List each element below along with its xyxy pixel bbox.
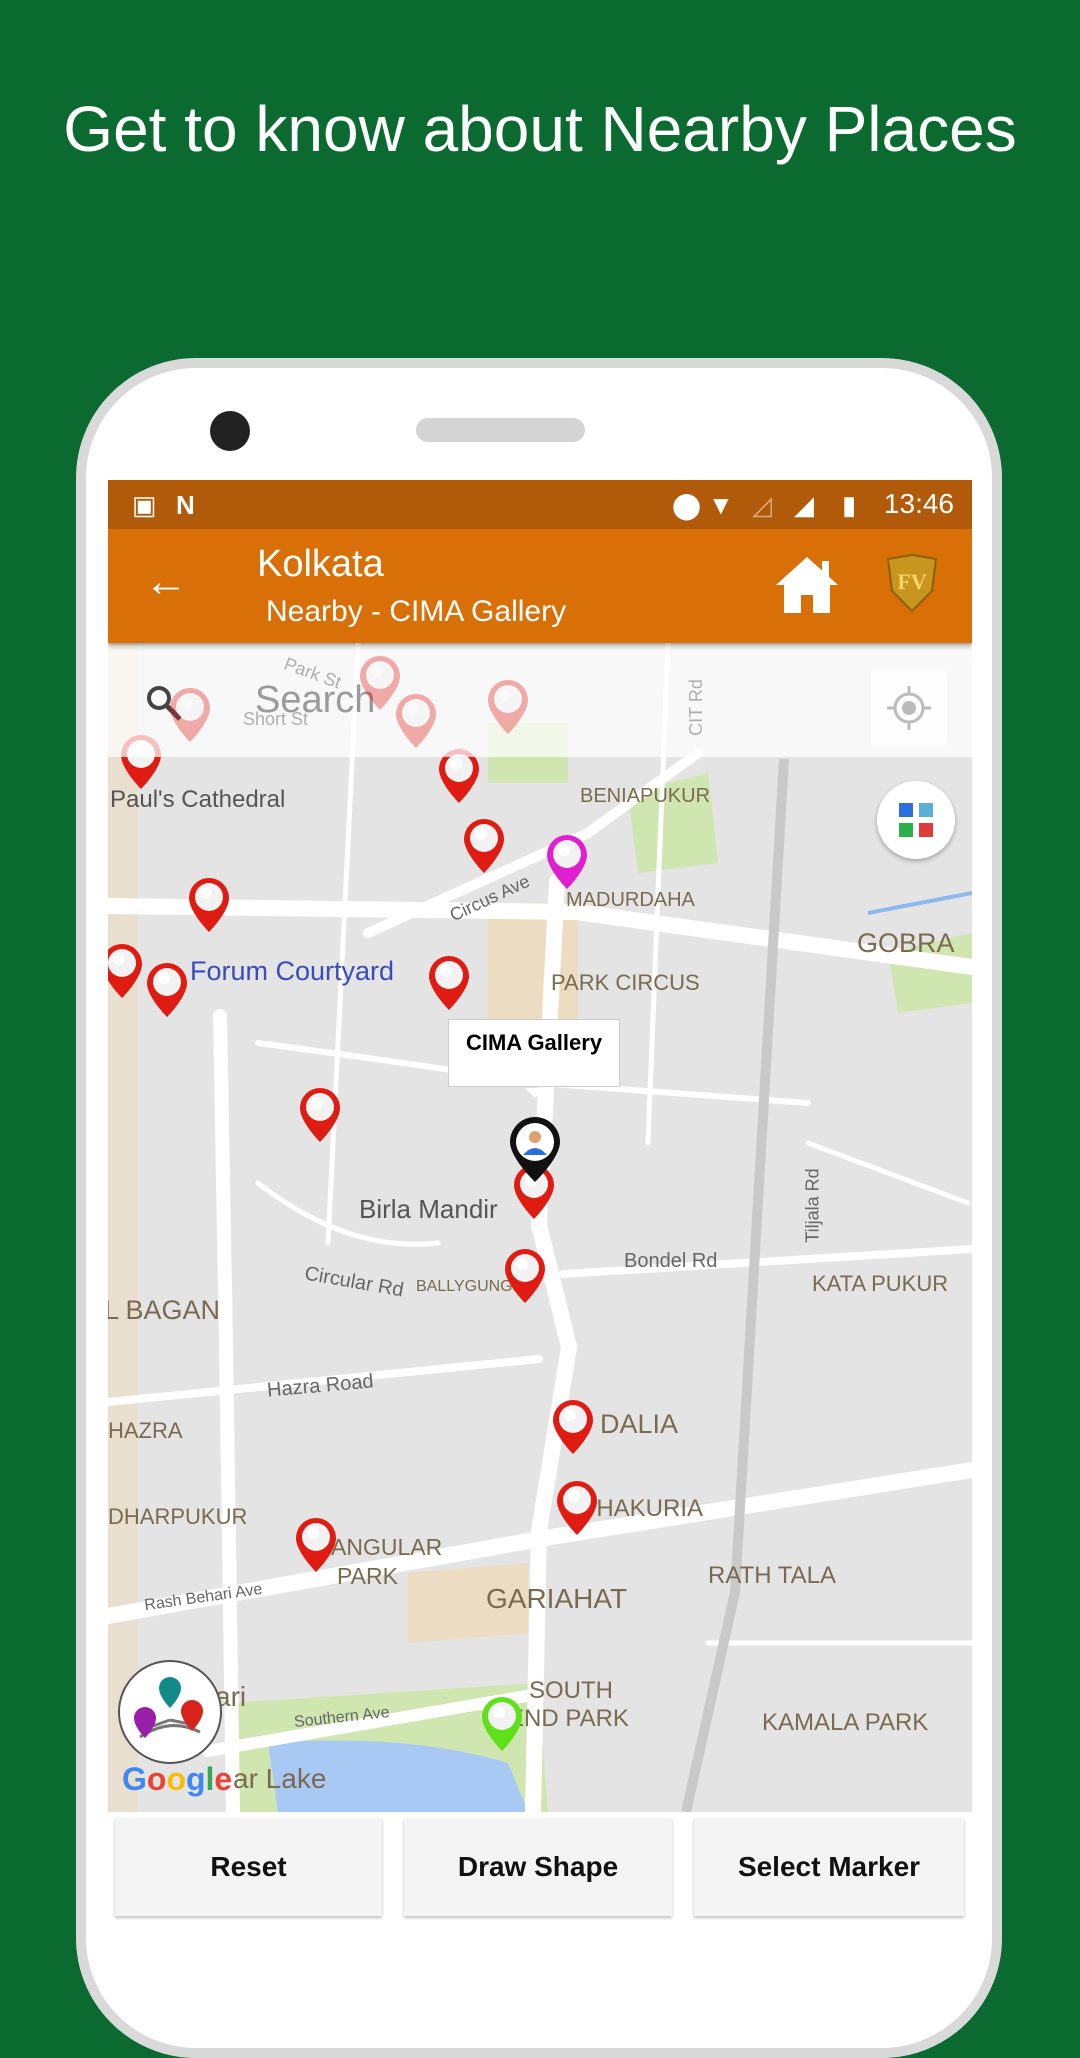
phone-speaker [416, 418, 585, 442]
crosshair-icon [887, 686, 931, 730]
app-logo[interactable] [118, 1660, 222, 1764]
route-pins-icon [134, 1677, 203, 1739]
place-marker[interactable] [551, 1398, 595, 1456]
promo-headline: Get to know about Nearby Places [63, 93, 1017, 165]
map-label: KATA PUKUR [812, 1271, 949, 1296]
map-label: L BAGAN [108, 1295, 221, 1325]
status-time: 13:46 [883, 488, 954, 519]
draw-shape-button[interactable]: Draw Shape [404, 1818, 672, 1916]
grid-icon [899, 803, 933, 837]
map-label: KAMALA PARK [762, 1709, 929, 1736]
status-bar: ▣ N ⬤ ▼ ◿ ◢ ▮ 13:46 [108, 480, 972, 529]
place-marker[interactable] [187, 876, 231, 934]
map-label: Birla Mandir [359, 1194, 498, 1224]
map-label: END PARK [508, 1705, 629, 1732]
wifi-icon: ▼ [708, 490, 734, 520]
map-label: CIT Rd [685, 679, 706, 736]
app-screen: ▣ N ⬤ ▼ ◿ ◢ ▮ 13:46 ← Kolkata Nearby - C… [108, 480, 972, 1920]
signal-icon: ◢ [794, 490, 814, 520]
map-label: DALIA [600, 1409, 679, 1439]
action-bar: Reset Draw Shape Select Marker [108, 1812, 972, 1920]
map-label: DHARPUKUR [108, 1504, 248, 1529]
fv-logo-icon[interactable]: FV [884, 553, 940, 615]
place-marker[interactable] [145, 961, 189, 1019]
svg-text:FV: FV [897, 569, 926, 594]
place-marker[interactable] [108, 942, 144, 1000]
map-label: GARIAHAT [486, 1583, 628, 1614]
location-icon: ⬤ [672, 490, 702, 520]
map-link-forum-courtyard[interactable]: Forum Courtyard [190, 956, 394, 987]
back-arrow-icon[interactable]: ← [144, 557, 188, 607]
image-icon: ▣ [132, 490, 157, 520]
battery-charging-icon: ▮ [842, 490, 857, 520]
google-logo: Google [122, 1761, 233, 1797]
place-marker[interactable] [462, 817, 506, 875]
map-label: GOBRA [857, 928, 955, 958]
place-marker[interactable] [168, 686, 212, 744]
search-bar[interactable]: Park St Short St CIT Rd Search [108, 645, 972, 757]
map-label: BENIAPUKUR [580, 785, 711, 807]
place-marker[interactable] [503, 1247, 547, 1305]
map-label: ar Lake [233, 1763, 327, 1794]
selected-place-marker[interactable] [545, 833, 589, 891]
map-label: HAZRA [108, 1418, 183, 1443]
map-label: RATH TALA [708, 1562, 837, 1589]
select-marker-button[interactable]: Select Marker [694, 1818, 964, 1916]
place-marker[interactable] [555, 1479, 599, 1537]
my-location-button[interactable] [871, 670, 947, 746]
map-label: MADURDAHA [566, 889, 695, 911]
map-view[interactable]: Paul's Cathedral BENIAPUKUR Circus Ave M… [108, 643, 972, 1812]
home-icon[interactable] [774, 553, 840, 615]
map-label: PARK [337, 1563, 398, 1589]
place-marker[interactable] [427, 954, 471, 1012]
reset-button[interactable]: Reset [115, 1818, 382, 1916]
app-bar: ← Kolkata Nearby - CIMA Gallery FV [108, 529, 972, 643]
place-marker[interactable] [394, 692, 438, 750]
map-label: SOUTH [529, 1677, 613, 1704]
n-icon: N [176, 490, 195, 520]
user-location-marker[interactable] [508, 1115, 562, 1185]
page-title: Kolkata [257, 543, 384, 585]
map-type-button[interactable] [877, 781, 955, 859]
signal-empty-icon: ◿ [752, 490, 772, 520]
place-marker[interactable] [294, 1516, 338, 1574]
info-window[interactable]: CIMA Gallery [448, 1019, 620, 1098]
place-marker[interactable] [486, 678, 530, 736]
place-marker[interactable] [298, 1086, 342, 1144]
phone-camera [210, 411, 250, 451]
map-label: PARK CIRCUS [551, 970, 700, 995]
map-label: ANGULAR [331, 1534, 443, 1560]
current-place-marker[interactable] [480, 1695, 524, 1753]
page-subtitle: Nearby - CIMA Gallery [266, 595, 567, 628]
map-roads [108, 643, 972, 1812]
map-label: Tiljala Rd [802, 1168, 823, 1243]
map-label: Bondel Rd [624, 1250, 718, 1272]
